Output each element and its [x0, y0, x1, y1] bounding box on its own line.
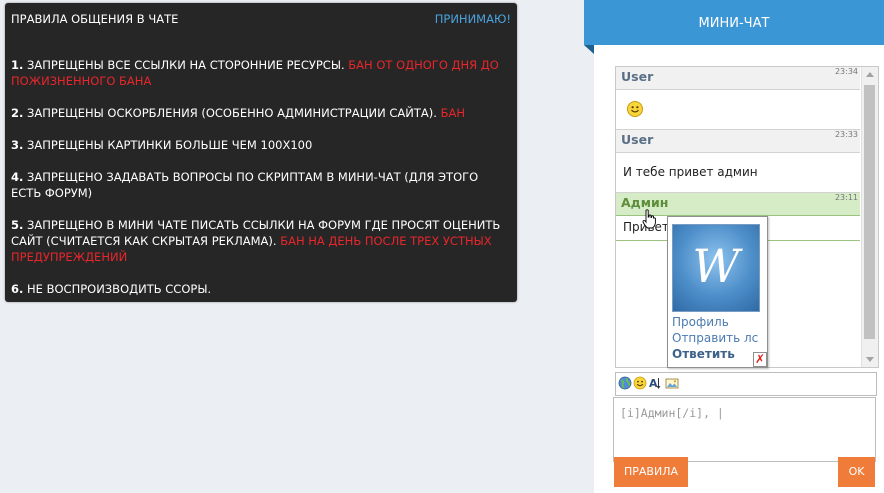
rule-item: 6. НЕ ВОСПРОИЗВОДИТЬ ССОРЫ. [11, 281, 511, 297]
rule-text: ЗАПРЕЩЕНО ЗАДАВАТЬ ВОПРОСЫ ПО СКРИПТАМ В… [11, 170, 479, 200]
chat-message: User 23:34 [616, 67, 860, 130]
smiley-icon [627, 101, 643, 117]
rule-item: 4. ЗАПРЕЩЕНО ЗАДАВАТЬ ВОПРОСЫ ПО СКРИПТА… [11, 169, 511, 201]
rule-penalty: БАН [440, 106, 465, 120]
text-format-icon[interactable]: A [649, 376, 663, 390]
smiley-icon[interactable] [633, 376, 647, 390]
rules-button[interactable]: ПРАВИЛА [614, 457, 688, 487]
message-body: И тебе привет админ [616, 153, 860, 193]
image-icon[interactable] [665, 376, 679, 390]
scroll-down-arrow-icon[interactable] [866, 357, 874, 362]
message-time: 23:11 [834, 193, 858, 202]
avatar: W [672, 224, 760, 312]
rule-text: НЕ ВОСПРОИЗВОДИТЬ ССОРЫ. [27, 282, 212, 296]
rule-number: 6. [11, 282, 24, 296]
globe-icon[interactable] [618, 376, 632, 390]
close-icon[interactable]: ✗ [753, 352, 767, 367]
message-body [616, 90, 860, 130]
scroll-thumb[interactable] [864, 85, 875, 339]
rule-item: 3. ЗАПРЕЩЕНЫ КАРТИНКИ БОЛЬШЕ ЧЕМ 100Х100 [11, 137, 511, 153]
rule-item: 1. ЗАПРЕЩЕНЫ ВСЕ ССЫЛКИ НА СТОРОННИЕ РЕС… [11, 57, 511, 89]
message-time: 23:33 [834, 130, 858, 139]
send-pm-link[interactable]: Отправить лс [672, 331, 758, 345]
user-popup-menu: W Профиль Отправить лс Ответить ✗ [667, 216, 768, 368]
chat-toolbar: A [615, 372, 877, 396]
chat-scrollbar[interactable] [861, 67, 878, 367]
ok-button[interactable]: OK [838, 457, 875, 487]
rule-text: ЗАПРЕЩЕНЫ ВСЕ ССЫЛКИ НА СТОРОННИЕ РЕСУРС… [27, 58, 345, 72]
mini-chat-header: МИНИ-ЧАТ [584, 0, 884, 45]
chat-message: User 23:33 И тебе привет админ [616, 130, 860, 193]
rule-item: 2. ЗАПРЕЩЕНЫ ОСКОРБЛЕНИЯ (ОСОБЕННО АДМИН… [11, 105, 511, 121]
rules-list: 1. ЗАПРЕЩЕНЫ ВСЕ ССЫЛКИ НА СТОРОННИЕ РЕС… [11, 57, 511, 297]
svg-text:A: A [649, 377, 658, 390]
rules-title: ПРАВИЛА ОБЩЕНИЯ В ЧАТЕ [11, 12, 179, 26]
profile-link[interactable]: Профиль [672, 315, 729, 329]
reply-link[interactable]: Ответить [672, 347, 735, 361]
chat-rules-panel: ПРАВИЛА ОБЩЕНИЯ В ЧАТЕ ПРИНИМАЮ! 1. ЗАПР… [5, 3, 517, 302]
rule-text: ЗАПРЕЩЕНЫ ОСКОРБЛЕНИЯ (ОСОБЕННО АДМИНИСТ… [27, 106, 437, 120]
rule-text: ЗАПРЕЩЕНЫ КАРТИНКИ БОЛЬШЕ ЧЕМ 100Х100 [27, 138, 313, 152]
rule-item: 5. ЗАПРЕЩЕНО В МИНИ ЧАТЕ ПИСАТЬ ССЫЛКИ Н… [11, 217, 511, 265]
hand-cursor-icon [642, 209, 656, 229]
message-username[interactable]: User [621, 69, 653, 84]
message-username[interactable]: Админ [621, 195, 668, 210]
chat-message-input[interactable]: [i]Админ[/i], | [613, 397, 876, 462]
rule-number: 4. [11, 170, 24, 184]
header-ribbon-fold [584, 45, 594, 54]
message-header: User 23:34 [616, 67, 860, 90]
rule-number: 2. [11, 106, 24, 120]
accept-rules-link[interactable]: ПРИНИМАЮ! [435, 11, 511, 27]
message-header: User 23:33 [616, 130, 860, 153]
scroll-up-arrow-icon[interactable] [866, 72, 874, 77]
rule-number: 3. [11, 138, 24, 152]
message-time: 23:34 [834, 67, 858, 76]
rule-number: 1. [11, 58, 24, 72]
rule-number: 5. [11, 218, 24, 232]
avatar-logo-letter: W [692, 239, 740, 293]
message-username[interactable]: User [621, 132, 653, 147]
